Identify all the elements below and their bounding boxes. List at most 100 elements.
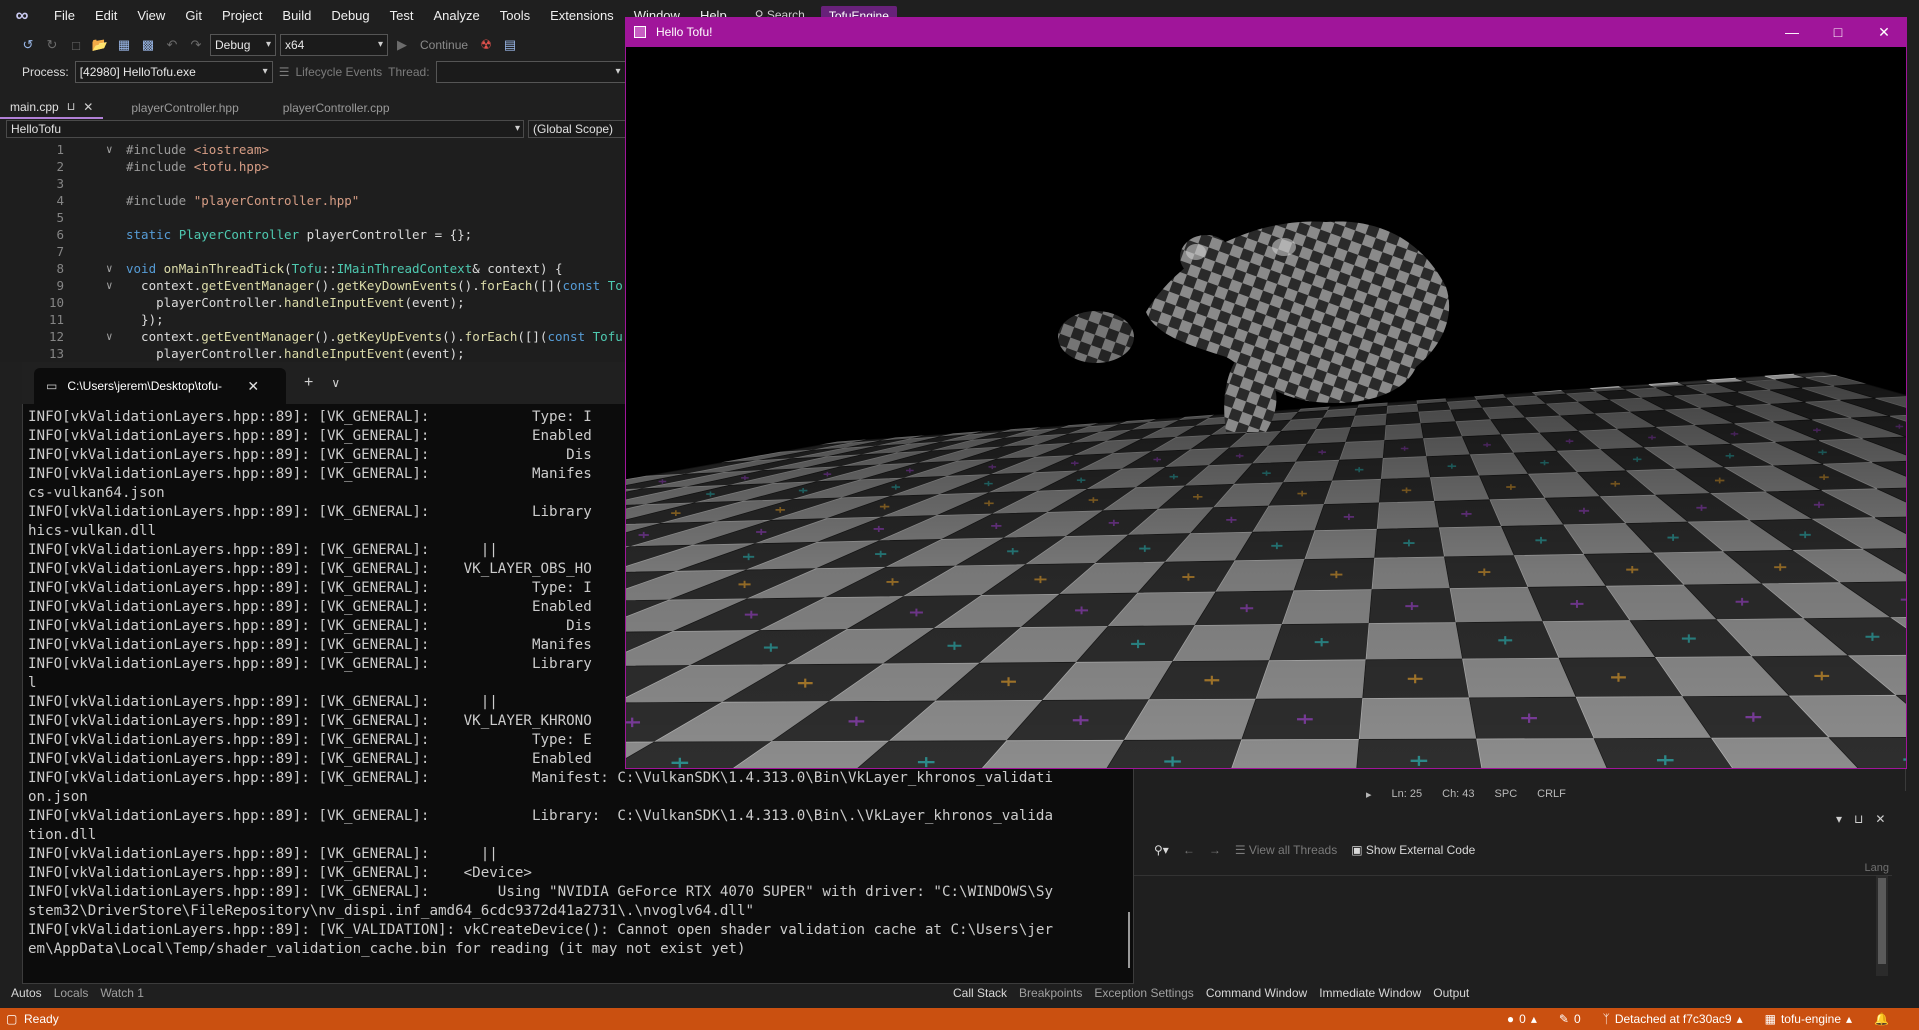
git-branch-indicator[interactable]: ᛉ Detached at f7c30ac9 ▴ xyxy=(1603,1012,1743,1026)
navigate-back-icon[interactable]: ↺ xyxy=(18,35,38,55)
redo-icon[interactable]: ↷ xyxy=(186,35,206,55)
panel-pin-icon[interactable]: ⊔ xyxy=(1854,812,1863,826)
continue-play-icon[interactable]: ▶ xyxy=(392,35,412,55)
edits-indicator[interactable]: ✎ 0 xyxy=(1559,1012,1581,1026)
scroll-right-icon[interactable]: ▸ xyxy=(1366,788,1372,801)
menu-debug[interactable]: Debug xyxy=(321,0,379,31)
column-indicator[interactable]: Ch: 43 xyxy=(1442,788,1474,800)
panel-options-icon[interactable]: ▾ xyxy=(1836,812,1842,826)
lifecycle-events-icon[interactable]: ☰ xyxy=(279,65,290,79)
process-dropdown[interactable]: [42980] HelloTofu.exe xyxy=(74,61,273,83)
scope-dropdown[interactable]: (Global Scope) xyxy=(528,120,640,138)
line-number: 6 xyxy=(56,227,64,242)
undo-icon[interactable]: ↶ xyxy=(162,35,182,55)
tab-player-controller-cpp[interactable]: playerController.cpp xyxy=(273,97,400,119)
show-external-code-label: Show External Code xyxy=(1365,843,1476,857)
chevron-up-icon: ▴ xyxy=(1736,1012,1743,1026)
project-dropdown[interactable]: HelloTofu xyxy=(6,120,524,138)
tab-immediate-window[interactable]: Immediate Window xyxy=(1314,983,1426,1003)
bottom-tabs-right: Call Stack Breakpoints Exception Setting… xyxy=(948,983,1474,1003)
visual-studio-logo-icon[interactable]: ∞ xyxy=(0,0,44,31)
menu-file[interactable]: File xyxy=(44,0,85,31)
error-icon: ● xyxy=(1506,1012,1515,1026)
menu-extensions[interactable]: Extensions xyxy=(540,0,624,31)
maximize-icon[interactable]: □ xyxy=(1815,17,1861,47)
pencil-icon: ✎ xyxy=(1558,1012,1569,1026)
fold-icon[interactable]: ∨ xyxy=(106,141,113,158)
line-number: 1 xyxy=(56,142,64,157)
tab-exception-settings[interactable]: Exception Settings xyxy=(1089,983,1198,1003)
line-number: 13 xyxy=(48,346,64,361)
line-number: 3 xyxy=(56,176,64,191)
tab-main-cpp[interactable]: main.cpp ⊔ ✕ xyxy=(0,96,104,119)
hot-reload-icon[interactable]: ☢ xyxy=(476,35,496,55)
render-viewport[interactable] xyxy=(626,47,1906,768)
menu-test[interactable]: Test xyxy=(380,0,424,31)
tab-output[interactable]: Output xyxy=(1428,983,1474,1003)
whitespace-indicator[interactable]: SPC xyxy=(1495,788,1518,800)
menu-edit[interactable]: Edit xyxy=(85,0,127,31)
new-project-icon[interactable]: □ xyxy=(66,35,86,55)
view-all-threads-button[interactable]: ☰ View all Threads xyxy=(1235,843,1337,857)
tab-player-controller-hpp[interactable]: playerController.hpp xyxy=(121,97,248,119)
line-number: 5 xyxy=(56,210,64,225)
menu-project[interactable]: Project xyxy=(212,0,272,31)
save-icon[interactable]: ▦ xyxy=(114,35,134,55)
new-tab-icon[interactable]: + xyxy=(304,374,313,392)
tab-breakpoints[interactable]: Breakpoints xyxy=(1014,983,1087,1003)
fold-icon[interactable]: ∨ xyxy=(106,328,113,345)
lifecycle-events-button[interactable]: Lifecycle Events xyxy=(295,65,382,79)
hello-tofu-titlebar[interactable]: Hello Tofu! — □ ✕ xyxy=(625,17,1907,47)
terminal-line: INFO[vkValidationLayers.hpp::89]: [VK_GE… xyxy=(28,865,532,881)
tab-command-window[interactable]: Command Window xyxy=(1201,983,1312,1003)
code-editor[interactable]: 1 ∨ #include <iostream> 2 #include <tofu.hp… xyxy=(0,140,640,362)
open-file-icon[interactable]: 📂 xyxy=(90,35,110,55)
show-external-code-button[interactable]: ▣ Show External Code xyxy=(1351,843,1475,857)
editor-tab-strip: main.cpp ⊔ ✕ playerController.hpp player… xyxy=(0,97,640,119)
ready-label: Ready xyxy=(24,1012,59,1026)
close-tab-icon[interactable]: ✕ xyxy=(247,378,259,395)
minimize-icon[interactable]: — xyxy=(1769,17,1815,47)
line-ending-indicator[interactable]: CRLF xyxy=(1537,788,1566,800)
view-all-threads-label: View all Threads xyxy=(1248,843,1338,857)
continue-button[interactable]: Continue xyxy=(416,38,472,52)
forward-arrow-icon[interactable]: → xyxy=(1209,843,1221,857)
menu-analyze[interactable]: Analyze xyxy=(423,0,489,31)
fold-icon[interactable]: ∨ xyxy=(106,277,113,294)
menu-view[interactable]: View xyxy=(127,0,175,31)
terminal-tab[interactable]: ▭ C:\Users\jerem\Desktop\tofu- ✕ xyxy=(34,368,286,404)
window-title: Hello Tofu! xyxy=(656,25,713,39)
notifications-indicator[interactable]: 🔔 xyxy=(1874,1012,1889,1026)
tab-locals[interactable]: Locals xyxy=(49,983,94,1003)
navigate-forward-icon[interactable]: ↻ xyxy=(42,35,62,55)
thread-dropdown[interactable] xyxy=(435,61,626,83)
line-indicator[interactable]: Ln: 25 xyxy=(1392,788,1423,800)
pin-icon[interactable]: ⊔ xyxy=(67,96,76,118)
save-all-icon[interactable]: ▩ xyxy=(138,35,158,55)
code-line: playerController.handleInputEvent(event)… xyxy=(126,295,465,310)
language-column-header[interactable]: Lang xyxy=(1865,862,1889,874)
menu-tools[interactable]: Tools xyxy=(490,0,540,31)
panel-close-icon[interactable]: ✕ xyxy=(1875,812,1885,826)
call-stack-panel xyxy=(1134,808,1892,983)
close-tab-icon[interactable]: ✕ xyxy=(83,96,93,118)
fold-icon[interactable]: ∨ xyxy=(106,260,113,277)
errors-indicator[interactable]: ● 0 ▴ xyxy=(1507,1012,1537,1026)
chevron-down-icon[interactable]: ∨ xyxy=(331,376,340,390)
search-icon[interactable]: ⚲▾ xyxy=(1154,843,1169,857)
line-number: 12 xyxy=(48,329,64,344)
platform-dropdown[interactable]: x64 xyxy=(280,34,388,56)
repository-indicator[interactable]: ▦ tofu-engine ▴ xyxy=(1765,1012,1852,1026)
toolbar-overflow-icon[interactable]: ▤ xyxy=(500,35,520,55)
back-arrow-icon[interactable]: ← xyxy=(1183,843,1195,857)
terminal-scrollbar[interactable] xyxy=(1128,912,1130,968)
configuration-dropdown[interactable]: Debug xyxy=(210,34,276,56)
close-icon[interactable]: ✕ xyxy=(1861,17,1907,47)
tab-watch-1[interactable]: Watch 1 xyxy=(95,983,149,1003)
tab-call-stack[interactable]: Call Stack xyxy=(948,983,1012,1003)
panel-scrollbar-thumb[interactable] xyxy=(1878,878,1886,964)
code-line: }); xyxy=(126,312,164,327)
menu-build[interactable]: Build xyxy=(272,0,321,31)
menu-git[interactable]: Git xyxy=(175,0,212,31)
tab-autos[interactable]: Autos xyxy=(6,983,47,1003)
